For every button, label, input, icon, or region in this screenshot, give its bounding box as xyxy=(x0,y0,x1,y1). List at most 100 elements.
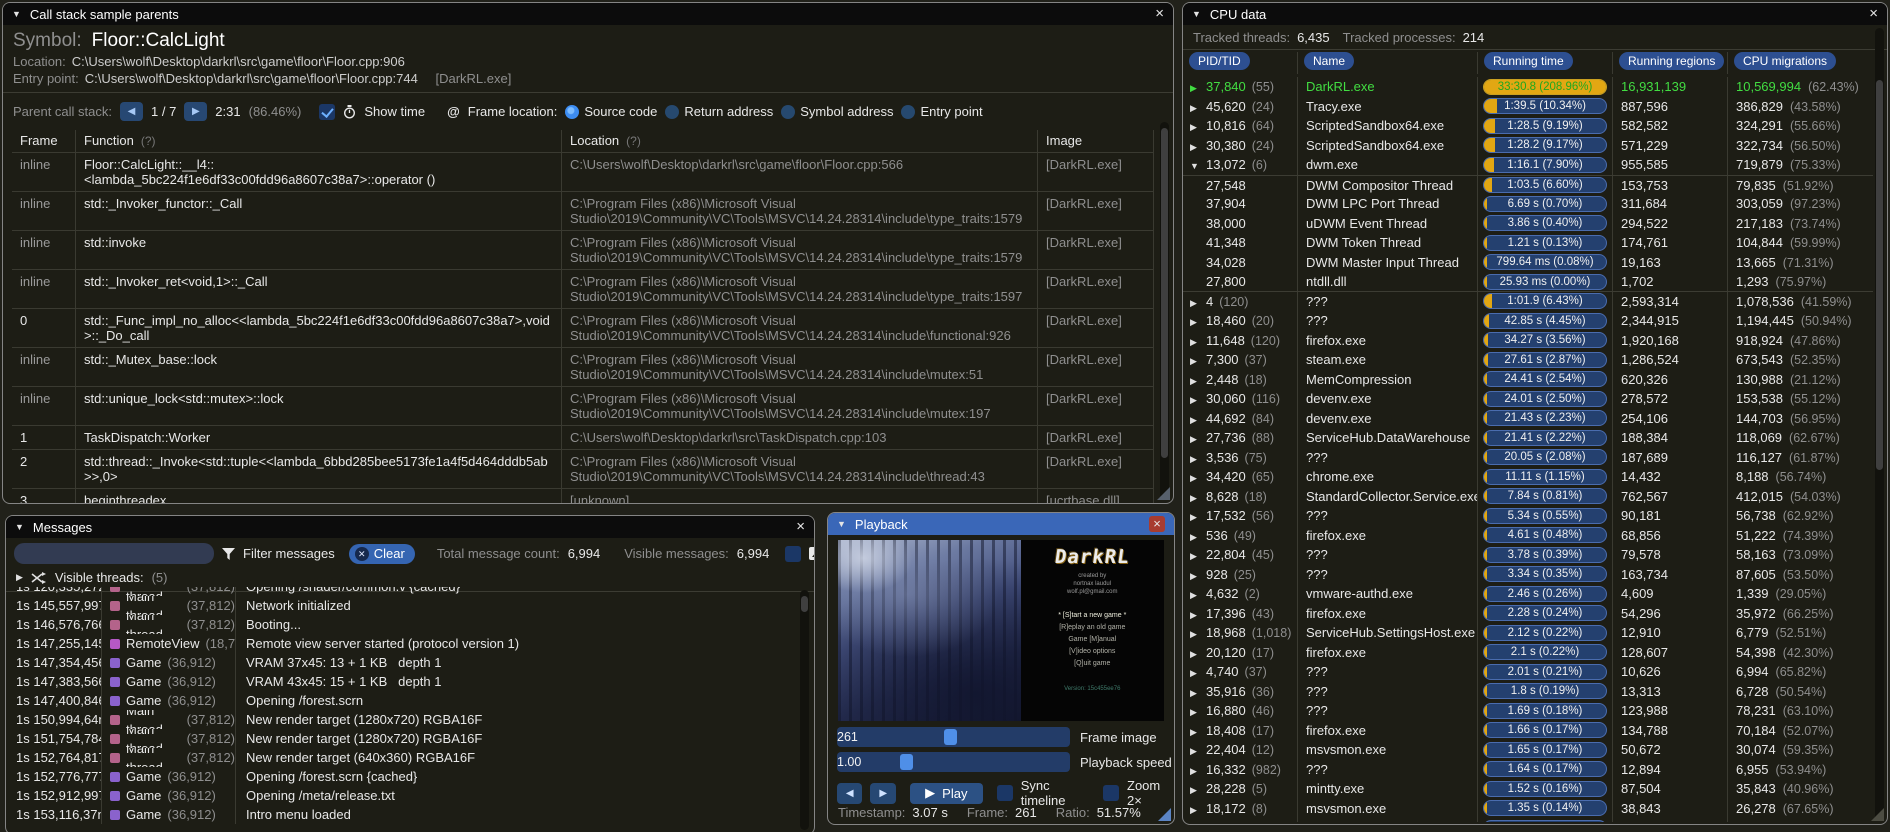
collapse-icon[interactable]: ▼ xyxy=(15,522,24,532)
message-row[interactable]: 1s 152,776,777ns Game (36,912) Opening /for… xyxy=(6,767,800,786)
expand-arrow-icon[interactable]: ▶ xyxy=(1190,372,1206,390)
cpu-table-row[interactable]: ▶ 37,840 (55) DarkRL.exe 33:30.8 (208.96%) 16… xyxy=(1183,77,1873,97)
pid-cell[interactable]: ▶ 536 (49) xyxy=(1183,525,1298,545)
col-header-function[interactable]: Function (?) xyxy=(76,130,562,152)
radio-return-address-label[interactable]: Return address xyxy=(684,104,773,119)
expand-arrow-icon[interactable]: ▶ xyxy=(1190,99,1206,117)
pid-cell[interactable]: ▶ 17,532 (56) xyxy=(1183,506,1298,526)
cpu-table-row[interactable]: ▶ 30,060 (116) devenv.exe 24.01 s (2.50%) 278… xyxy=(1183,389,1873,409)
pid-cell[interactable]: ▶ 11,648 (120) xyxy=(1183,330,1298,351)
message-row[interactable]: 1s 152,764,817ns Main thread (37,812) New r… xyxy=(6,748,800,767)
expand-arrow-icon[interactable]: ▶ xyxy=(1190,664,1206,682)
expand-arrow-icon[interactable]: ▶ xyxy=(1190,450,1206,468)
col-header-name[interactable]: Name xyxy=(1304,52,1355,70)
radio-entry-point[interactable] xyxy=(901,104,916,119)
callstack-table-row[interactable]: inline std::_Mutex_base::lock C:\Program F… xyxy=(12,348,1154,387)
message-row[interactable]: 1s 146,576,766ns Main thread (37,812) Booti… xyxy=(6,615,800,634)
cpu-table-row[interactable]: ▶ 18,172 (8) msvsmon.exe 1.35 s (0.14%) 38,84… xyxy=(1183,798,1873,818)
zoom-2x-checkbox[interactable] xyxy=(1103,785,1120,801)
frame-slider[interactable]: 261 xyxy=(837,727,1070,747)
resize-grip[interactable] xyxy=(1158,808,1171,821)
message-row[interactable]: 1s 150,994,64ns Main thread (37,812) New re… xyxy=(6,710,800,729)
cpu-table-row[interactable]: ▶ 11,648 (120) firefox.exe 34.27 s (3.56%) 1,… xyxy=(1183,330,1873,351)
pid-cell[interactable]: ▶ 27,736 (88) xyxy=(1183,428,1298,448)
expand-arrow-icon[interactable]: ▶ xyxy=(1190,762,1206,780)
pid-cell[interactable]: ▶ 22,404 (12) xyxy=(1183,740,1298,760)
pid-cell[interactable]: 34,028 xyxy=(1183,252,1298,272)
pid-cell[interactable]: ▶ 18,460 (20) xyxy=(1183,311,1298,331)
cpu-table-row[interactable]: ▶ 3,536 (75)??? 20.05 s (2.08%) 187,689 116,1… xyxy=(1183,447,1873,468)
col-header-image[interactable]: Image xyxy=(1038,130,1154,152)
cpu-table-row[interactable]: ▶ 536 (49) firefox.exe 4.61 s (0.48%) 68,856 5… xyxy=(1183,525,1873,545)
radio-symbol-address[interactable] xyxy=(781,104,796,119)
expand-arrow-icon[interactable]: ▶ xyxy=(1190,625,1206,643)
cpu-table-row[interactable]: 34,028 DWM Master Input Thread 799.64 ms (… xyxy=(1183,252,1873,272)
cpu-table-row[interactable]: ▶ 4,740 (37)??? 2.01 s (0.21%) 10,626 6,994 (6… xyxy=(1183,662,1873,682)
messages-titlebar[interactable]: ▼ Messages × xyxy=(6,516,814,538)
radio-source-code-label[interactable]: Source code xyxy=(584,104,657,119)
cpu-table-row[interactable]: ▶ 16,332 (982)??? 1.64 s (0.17%) 12,894 6,955… xyxy=(1183,759,1873,780)
expand-arrow-icon[interactable]: ▶ xyxy=(1190,313,1206,331)
cpu-table-row[interactable]: ▼ 13,072 (6) dwm.exe 1:16.1 (7.90%) 955,585 71… xyxy=(1183,155,1873,175)
filter-input[interactable] xyxy=(14,543,214,564)
messages-scrollbar[interactable] xyxy=(800,590,809,830)
collapse-icon[interactable]: ▼ xyxy=(837,519,846,529)
pid-cell[interactable]: 41,348 xyxy=(1183,233,1298,253)
sync-timeline-label[interactable]: Sync timeline xyxy=(1021,778,1091,808)
message-row[interactable]: 1s 147,354,456ns Game (36,912) VRAM 37x45: … xyxy=(6,653,800,672)
callstack-table-row[interactable]: inline std::_Invoker_ret<void,1>::_Call C:… xyxy=(12,270,1154,309)
pid-cell[interactable]: ▶ 37,840 (55) xyxy=(1183,77,1298,97)
pid-cell[interactable]: 27,800 xyxy=(1183,272,1298,291)
cpu-table-row[interactable]: ▶ 44,692 (84) devenv.exe 21.43 s (2.23%) 254,… xyxy=(1183,408,1873,429)
expand-arrow-icon[interactable]: ▶ xyxy=(1190,411,1206,429)
cpu-table-row[interactable]: ▶ 30,380 (24) ScriptedSandbox64.exe 1:28.2 (… xyxy=(1183,135,1873,155)
prev-callstack-button[interactable]: ◀ xyxy=(120,102,143,121)
message-row[interactable]: 1s 147,255,145nsRemoteView(18,796)Remote… xyxy=(6,634,800,653)
speed-slider[interactable]: 1.00 xyxy=(837,752,1070,772)
message-row[interactable]: 1s 147,400,846ns Game (36,912) Opening /for… xyxy=(6,691,800,710)
cpu-table-row[interactable]: ▶ xyxy=(1183,818,1873,822)
cpu-table-row[interactable]: ▶ 8,628 (18) StandardCollector.Service.exe 7… xyxy=(1183,486,1873,507)
cpu-table-row[interactable]: ▶ 4 (120)??? 1:01.9 (6.43%) 2,593,314 1,078,5… xyxy=(1183,291,1873,311)
pid-cell[interactable]: ▶ 34,420 (65) xyxy=(1183,467,1298,487)
close-icon[interactable]: × xyxy=(1149,516,1165,532)
pid-cell[interactable]: ▶ xyxy=(1183,818,1298,822)
pid-cell[interactable]: ▶ 18,408 (17) xyxy=(1183,720,1298,740)
expand-arrow-icon[interactable]: ▶ xyxy=(16,572,23,583)
expand-arrow-icon[interactable]: ▶ xyxy=(1190,781,1206,799)
collapse-icon[interactable]: ▼ xyxy=(1192,9,1201,19)
callstack-table-row[interactable]: inline std::unique_lock<std::mutex>::lock… xyxy=(12,387,1154,426)
show-images-checkbox[interactable] xyxy=(785,545,802,562)
cpu-table-row[interactable]: ▶ 18,460 (20)??? 42.85 s (4.45%) 2,344,915 1,… xyxy=(1183,311,1873,331)
callstack-titlebar[interactable]: ▼ Call stack sample parents × xyxy=(3,3,1173,25)
callstack-table-row[interactable]: inline std::_Invoker_functor::_Call C:\Pro… xyxy=(12,192,1154,231)
col-header-pid-tid[interactable]: PID/TID xyxy=(1189,52,1250,70)
cpu-scrollbar[interactable] xyxy=(1875,28,1884,821)
pid-cell[interactable]: ▶ 16,332 (982) xyxy=(1183,759,1298,780)
pid-cell[interactable]: ▶ 18,172 (8) xyxy=(1183,798,1298,818)
cpu-table-row[interactable]: 38,000 uDWM Event Thread 3.86 s (0.40%) 294… xyxy=(1183,213,1873,233)
callstack-scrollbar[interactable] xyxy=(1160,122,1169,499)
pid-cell[interactable]: ▶ 44,692 (84) xyxy=(1183,408,1298,429)
message-row[interactable]: 1s 152,912,997ns Game (36,912) Opening /met… xyxy=(6,786,800,805)
pid-cell[interactable]: ▶ 2,448 (18) xyxy=(1183,369,1298,390)
cpu-table-row[interactable]: ▶ 45,620 (24) Tracy.exe 1:39.5 (10.34%) 887,5… xyxy=(1183,96,1873,117)
next-callstack-button[interactable]: ▶ xyxy=(184,102,208,121)
col-header-cpu-migrations[interactable]: CPU migrations xyxy=(1734,52,1837,70)
pid-cell[interactable]: ▶ 18,968 (1,018) xyxy=(1183,623,1298,643)
pid-cell[interactable]: ▶ 30,380 (24) xyxy=(1183,135,1298,155)
cpu-table-row[interactable]: 37,904 DWM LPC Port Thread 6.69 s (0.70%) 3… xyxy=(1183,194,1873,214)
show-time-checkbox[interactable] xyxy=(319,103,336,120)
expand-arrow-icon[interactable]: ▶ xyxy=(1190,333,1206,351)
expand-arrow-icon[interactable]: ▶ xyxy=(1190,489,1206,507)
cpu-table-row[interactable]: ▶ 10,816 (64) ScriptedSandbox64.exe 1:28.5 (… xyxy=(1183,116,1873,136)
close-icon[interactable]: × xyxy=(796,519,805,534)
pid-cell[interactable]: ▶ 45,620 (24) xyxy=(1183,96,1298,117)
cpu-table-row[interactable]: ▶ 17,532 (56)??? 5.34 s (0.55%) 90,181 56,738… xyxy=(1183,506,1873,526)
radio-return-address[interactable] xyxy=(665,104,680,119)
radio-source-code[interactable] xyxy=(565,104,580,119)
pid-cell[interactable]: ▶ 30,060 (116) xyxy=(1183,389,1298,409)
callstack-table-row[interactable]: 1 TaskDispatch::Worker C:\Users\wolf\Deskt… xyxy=(12,426,1154,450)
expand-arrow-icon[interactable]: ▶ xyxy=(1190,391,1206,409)
cpu-table-row[interactable]: ▶ 4,632 (2) vmware-authd.exe 2.46 s (0.26%) 4… xyxy=(1183,584,1873,604)
